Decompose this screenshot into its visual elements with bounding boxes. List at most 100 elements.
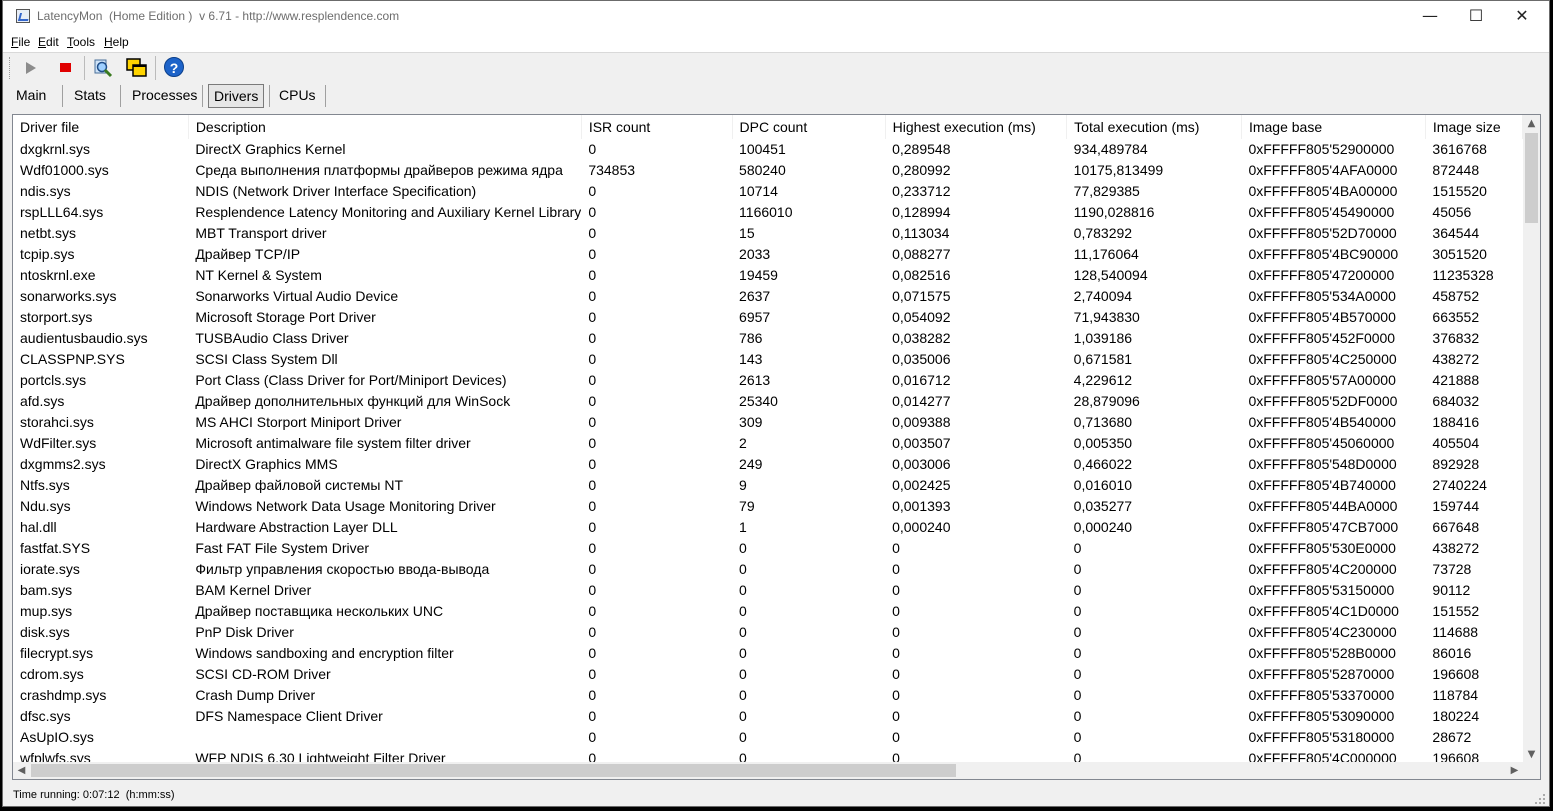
vertical-scroll-thumb[interactable] xyxy=(1525,133,1538,223)
cell-total-execution: 1190,028816 xyxy=(1073,204,1155,220)
cell-total-execution: 0 xyxy=(1073,666,1082,682)
cell-image-size: 90112 xyxy=(1432,582,1471,598)
cell-description: Resplendence Latency Monitoring and Auxi… xyxy=(195,204,582,220)
table-row[interactable]: wfplwfs.sys WFP NDIS 6.30 Lightweight Fil… xyxy=(13,748,1523,763)
cell-image-base: 0xFFFFF805'52D70000 xyxy=(1248,225,1397,241)
menu-file[interactable]: File xyxy=(11,35,30,49)
cell-isr-count: 0 xyxy=(588,393,597,409)
scroll-right-arrow-icon[interactable]: ▶ xyxy=(1506,762,1523,779)
toolbar-separator xyxy=(155,56,156,80)
tab-separator xyxy=(120,85,121,107)
tab-drivers[interactable]: Drivers xyxy=(208,84,265,108)
table-row[interactable]: crashdmp.sys Crash Dump Driver 0 0 0 0 0xFFFFF… xyxy=(13,685,1523,706)
table-row[interactable]: WdFilter.sys Microsoft antimalware file s… xyxy=(13,433,1523,454)
table-row[interactable]: tcpip.sys Драйвер TCP/IP 0 2033 0,088277 11,1… xyxy=(13,244,1523,265)
cell-highest-execution: 0 xyxy=(892,729,900,745)
close-button[interactable]: ✕ xyxy=(1499,1,1545,32)
cell-description: Драйвер дополнительных функций для WinSo… xyxy=(195,393,511,409)
windows-icon xyxy=(126,58,147,77)
cell-total-execution: 4,229612 xyxy=(1073,372,1133,388)
column-header-dpc-count[interactable]: DPC count xyxy=(732,115,886,139)
scroll-down-arrow-icon[interactable]: ▼ xyxy=(1523,746,1540,763)
tab-main[interactable]: Main xyxy=(11,84,51,108)
table-row[interactable]: mup.sys Драйвер поставщика нескольких UNC… xyxy=(13,601,1523,622)
column-header-image-base[interactable]: Image base xyxy=(1241,115,1426,139)
cell-driver-file: CLASSPNP.SYS xyxy=(20,351,125,367)
table-row[interactable]: Ndu.sys Windows Network Data Usage Monito… xyxy=(13,496,1523,517)
scroll-up-arrow-icon[interactable]: ▲ xyxy=(1523,115,1540,132)
cell-dpc-count: 0 xyxy=(739,540,747,556)
scroll-left-arrow-icon[interactable]: ◀ xyxy=(13,762,30,779)
cell-dpc-count: 0 xyxy=(739,645,747,661)
column-header-description[interactable]: Description xyxy=(188,115,582,139)
cell-highest-execution: 0,003006 xyxy=(892,456,951,472)
start-button[interactable] xyxy=(17,56,43,80)
table-row[interactable]: dxgmms2.sys DirectX Graphics MMS 0 249 0,003… xyxy=(13,454,1523,475)
table-row[interactable]: Ntfs.sys Драйвер файловой системы NT 0 9 0,0… xyxy=(13,475,1523,496)
table-row[interactable]: storahci.sys MS AHCI Storport Miniport Dr… xyxy=(13,412,1523,433)
column-header-image-size[interactable]: Image size xyxy=(1425,115,1523,139)
tab-cpus[interactable]: CPUs xyxy=(274,84,321,108)
menu-edit[interactable]: Edit xyxy=(38,35,59,49)
tab-stats[interactable]: Stats xyxy=(69,84,111,108)
column-header-highest-execution[interactable]: Highest execution (ms) xyxy=(885,115,1068,139)
tab-processes[interactable]: Processes xyxy=(127,84,202,108)
horizontal-scrollbar[interactable]: ◀ ▶ xyxy=(13,762,1523,779)
cell-total-execution: 0,466022 xyxy=(1073,456,1133,472)
table-row[interactable]: rspLLL64.sys Resplendence Latency Monitor… xyxy=(13,202,1523,223)
cell-description: Crash Dump Driver xyxy=(195,687,316,703)
vertical-scrollbar[interactable]: ▲ ▼ xyxy=(1523,115,1540,763)
cell-highest-execution: 0,071575 xyxy=(892,288,951,304)
cell-image-base: 0xFFFFF805'57A00000 xyxy=(1248,372,1396,388)
cell-isr-count: 0 xyxy=(588,729,597,745)
table-row[interactable]: netbt.sys MBT Transport driver 0 15 0,113034… xyxy=(13,223,1523,244)
cell-image-base: 0xFFFFF805'52900000 xyxy=(1248,141,1395,157)
stop-button[interactable] xyxy=(53,56,79,80)
cell-image-size: 458752 xyxy=(1432,288,1480,304)
app-window: LatencyMon (Home Edition ) v 6.71 - http… xyxy=(2,0,1550,807)
help-button[interactable]: ? xyxy=(161,56,187,80)
table-row[interactable]: dfsc.sys DFS Namespace Client Driver 0 0 0 0 0… xyxy=(13,706,1523,727)
toolbar-grip[interactable] xyxy=(9,57,13,79)
table-row[interactable]: disk.sys PnP Disk Driver 0 0 0 0 0xFFFFF805'4C… xyxy=(13,622,1523,643)
table-row[interactable]: filecrypt.sys Windows sandboxing and encr… xyxy=(13,643,1523,664)
resize-grip-icon[interactable] xyxy=(1534,793,1546,805)
column-header-driver-file[interactable]: Driver file xyxy=(13,115,189,139)
drivers-list[interactable]: Driver file Description ISR count DPC count… xyxy=(12,114,1541,780)
cell-highest-execution: 0 xyxy=(892,582,900,598)
table-row[interactable]: hal.dll Hardware Abstraction Layer DLL 0 1 0… xyxy=(13,517,1523,538)
cell-driver-file: afd.sys xyxy=(20,393,65,409)
analyze-button[interactable] xyxy=(90,56,116,80)
column-header-isr-count[interactable]: ISR count xyxy=(581,115,733,139)
table-row[interactable]: ndis.sys NDIS (Network Driver Interface S… xyxy=(13,181,1523,202)
horizontal-scroll-thumb[interactable] xyxy=(31,764,956,777)
table-row[interactable]: sonarworks.sys Sonarworks Virtual Audio D… xyxy=(13,286,1523,307)
cell-driver-file: filecrypt.sys xyxy=(20,645,94,661)
menu-help[interactable]: Help xyxy=(104,35,129,49)
table-row[interactable]: audientusbaudio.sys TUSBAudio Class Drive… xyxy=(13,328,1523,349)
table-row[interactable]: afd.sys Драйвер дополнительных функций дл… xyxy=(13,391,1523,412)
cell-total-execution: 0 xyxy=(1073,582,1082,598)
menu-tools[interactable]: Tools xyxy=(67,35,95,49)
table-row[interactable]: ntoskrnl.exe NT Kernel & System 0 19459 0,08… xyxy=(13,265,1523,286)
windows-button[interactable] xyxy=(123,56,149,80)
title-bar[interactable]: LatencyMon (Home Edition ) v 6.71 - http… xyxy=(3,1,1549,32)
table-row[interactable]: bam.sys BAM Kernel Driver 0 0 0 0 0xFFFFF805'5… xyxy=(13,580,1523,601)
table-row[interactable]: AsUpIO.sys 0 0 0 0 0xFFFFF805'53180000 28672 xyxy=(13,727,1523,748)
table-row[interactable]: dxgkrnl.sys DirectX Graphics Kernel 0 10045… xyxy=(13,139,1523,160)
column-header-total-execution[interactable]: Total execution (ms) xyxy=(1066,115,1242,139)
table-row[interactable]: fastfat.SYS Fast FAT File System Driver 0 0… xyxy=(13,538,1523,559)
table-row[interactable]: cdrom.sys SCSI CD-ROM Driver 0 0 0 0 0xFFFFF80… xyxy=(13,664,1523,685)
maximize-button[interactable]: ☐ xyxy=(1453,1,1499,32)
cell-total-execution: 0,783292 xyxy=(1073,225,1133,241)
cell-image-base: 0xFFFFF805'53180000 xyxy=(1248,729,1395,745)
table-row[interactable]: storport.sys Microsoft Storage Port Drive… xyxy=(13,307,1523,328)
minimize-button[interactable]: — xyxy=(1407,1,1453,32)
table-row[interactable]: CLASSPNP.SYS SCSI Class System Dll 0 143 0,0… xyxy=(13,349,1523,370)
cell-dpc-count: 2033 xyxy=(739,246,771,262)
table-row[interactable]: Wdf01000.sys Среда выполнения платформы д… xyxy=(13,160,1523,181)
table-row[interactable]: portcls.sys Port Class (Class Driver for … xyxy=(13,370,1523,391)
cell-description: Microsoft antimalware file system filter… xyxy=(195,435,471,451)
cell-isr-count: 0 xyxy=(588,414,597,430)
table-row[interactable]: iorate.sys Фильтр управления скоростью вв… xyxy=(13,559,1523,580)
